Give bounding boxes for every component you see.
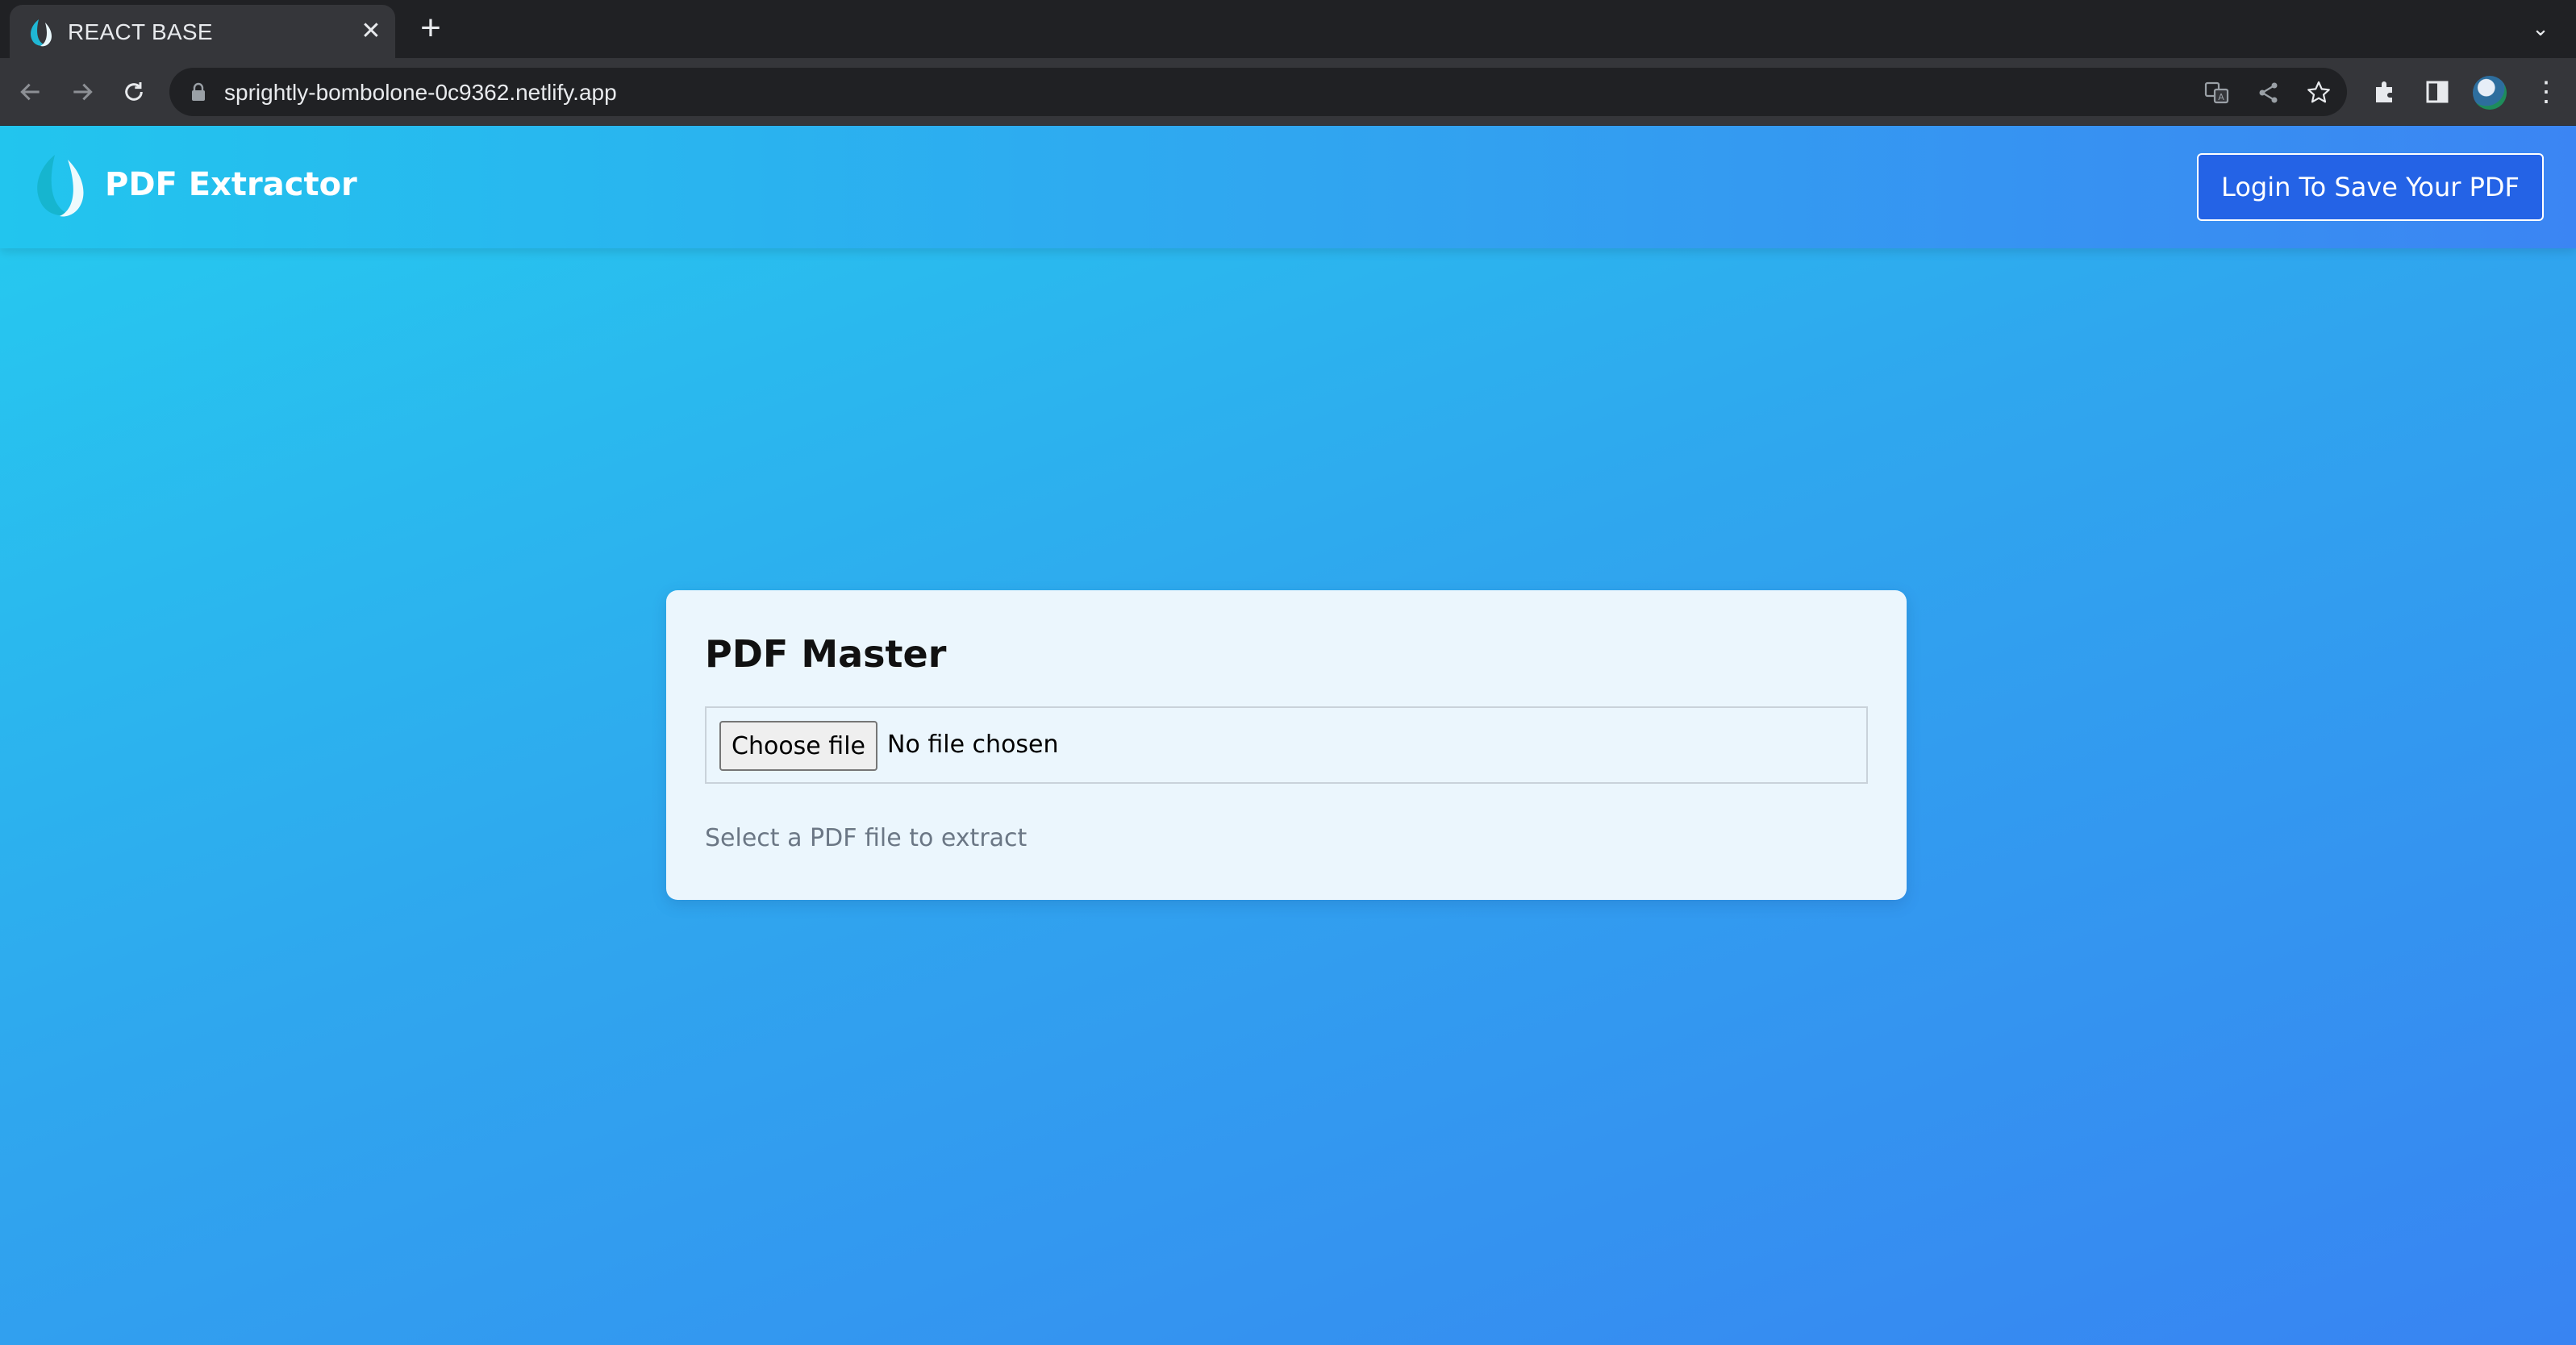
drop-logo-icon xyxy=(31,19,52,47)
pdf-master-card: PDF Master Choose file No file chosen Se… xyxy=(666,590,1907,900)
lock-icon[interactable] xyxy=(190,82,206,102)
extensions-icon[interactable] xyxy=(2371,77,2400,106)
file-input[interactable]: Choose file No file chosen xyxy=(705,706,1868,784)
card-title: PDF Master xyxy=(705,632,947,676)
file-status-text: No file chosen xyxy=(887,731,1059,759)
browser-tab[interactable]: REACT BASE ✕ xyxy=(10,5,395,58)
login-button[interactable]: Login To Save Your PDF xyxy=(2197,153,2544,221)
drop-logo-icon[interactable] xyxy=(31,152,90,221)
profile-avatar[interactable] xyxy=(2473,76,2507,110)
menu-icon[interactable]: ⋮ xyxy=(2532,76,2560,110)
tab-title: REACT BASE xyxy=(68,19,213,44)
page-content: PDF Extractor Login To Save Your PDF PDF… xyxy=(0,126,2576,1345)
tab-search-icon[interactable]: ⌄ xyxy=(2524,16,2557,44)
brand-name[interactable]: PDF Extractor xyxy=(105,166,357,203)
svg-text:A: A xyxy=(2218,92,2224,102)
url-text[interactable]: sprightly-bombolone-0c9362.netlify.app xyxy=(224,80,617,106)
forward-icon[interactable] xyxy=(65,74,100,110)
translate-icon[interactable]: A xyxy=(2203,79,2231,106)
bookmark-star-icon[interactable] xyxy=(2305,79,2332,106)
address-bar[interactable]: sprightly-bombolone-0c9362.netlify.app A xyxy=(169,68,2347,116)
choose-file-button[interactable]: Choose file xyxy=(719,721,877,771)
browser-toolbar: sprightly-bombolone-0c9362.netlify.app A… xyxy=(0,58,2576,126)
app-navbar: PDF Extractor Login To Save Your PDF xyxy=(0,126,2576,248)
reload-icon[interactable] xyxy=(116,74,152,110)
close-tab-icon[interactable]: ✕ xyxy=(358,19,384,45)
browser-tabstrip: REACT BASE ✕ + ⌄ xyxy=(0,0,2576,58)
hint-text: Select a PDF file to extract xyxy=(705,824,1027,852)
side-panel-icon[interactable] xyxy=(2423,77,2452,106)
share-icon[interactable] xyxy=(2255,79,2282,106)
back-icon[interactable] xyxy=(13,74,48,110)
new-tab-icon[interactable]: + xyxy=(416,10,445,46)
